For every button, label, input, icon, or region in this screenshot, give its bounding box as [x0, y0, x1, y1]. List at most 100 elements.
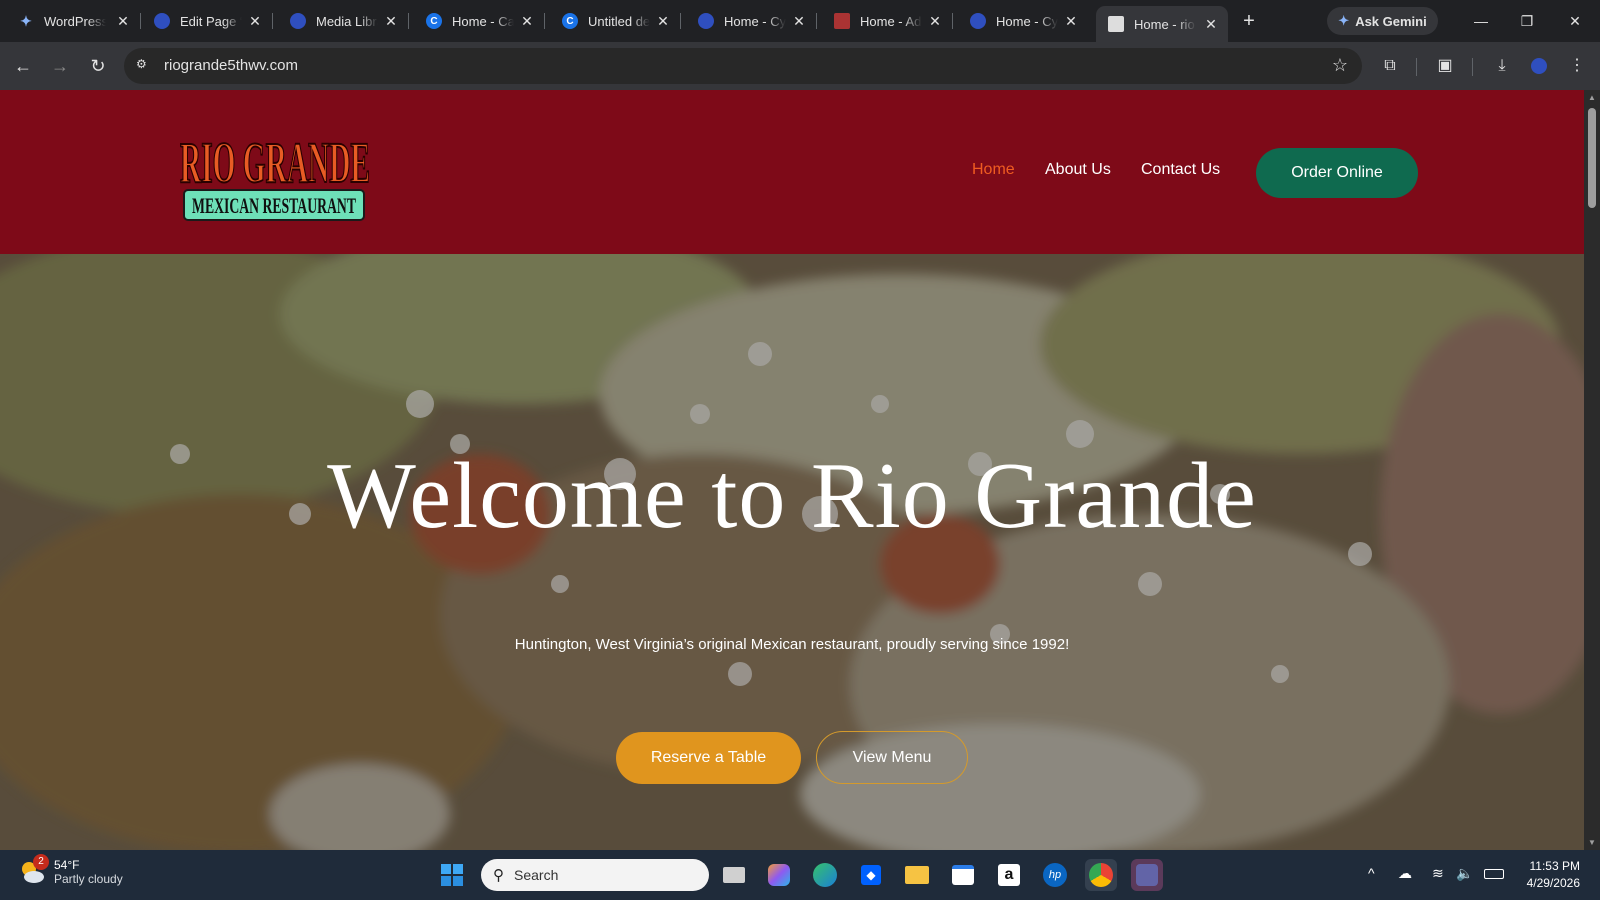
teams-icon[interactable]	[1131, 859, 1163, 891]
nav-contact-us[interactable]: Contact Us	[1141, 161, 1220, 179]
tab-home-cy[interactable]: Home - Cy ✕	[680, 7, 817, 35]
page-viewport: RIO GRANDE MEXICAN RESTAURANT Home About…	[0, 90, 1584, 850]
hp-icon[interactable]: hp	[1039, 859, 1071, 891]
scrollbar-thumb[interactable]	[1588, 108, 1596, 208]
globe-icon	[970, 13, 986, 29]
show-hidden-icons[interactable]: ^	[1368, 865, 1375, 881]
url-text[interactable]: riogrande5thwv.com	[164, 57, 298, 74]
browser-toolbar: ← → ↻ ⚙ riogrande5thwv.com ☆ ⧉ ▣ ⤓ ⋮	[0, 42, 1600, 90]
windows-start-icon[interactable]	[436, 859, 468, 891]
close-icon[interactable]: ✕	[382, 12, 400, 30]
tab-media-library[interactable]: Media Libra ✕	[272, 7, 409, 35]
onedrive-icon[interactable]: ☁	[1398, 865, 1412, 882]
copilot-icon[interactable]	[763, 859, 795, 891]
download-icon[interactable]: ⤓	[1490, 54, 1514, 78]
amazon-icon[interactable]: a	[993, 859, 1025, 891]
close-icon[interactable]: ✕	[246, 12, 264, 30]
back-button[interactable]: ←	[11, 54, 35, 78]
sparkle-icon: ✦	[20, 12, 32, 29]
tab-strip: ✦ WordPress ✕ Edit Page “ ✕ Media Libra …	[0, 0, 1600, 42]
file-explorer-icon[interactable]	[901, 859, 933, 891]
weather-widget[interactable]: 2 54°F Partly cloudy	[18, 854, 123, 886]
tab-title: Home - Ca	[452, 13, 514, 29]
reload-button[interactable]: ↻	[86, 54, 110, 78]
tab-title: WordPress	[44, 13, 106, 29]
tab-title: Home - rio	[1134, 16, 1195, 32]
volume-icon[interactable]: 🔈	[1456, 865, 1473, 882]
site-header: RIO GRANDE MEXICAN RESTAURANT Home About…	[0, 90, 1584, 254]
new-tab-button[interactable]: +	[1237, 9, 1261, 33]
tab-title: Media Libra	[316, 13, 378, 29]
taskbar-clock[interactable]: 11:53 PM 4/29/2026	[1516, 858, 1580, 892]
close-icon[interactable]: ✕	[654, 12, 672, 30]
search-icon: ⚲	[493, 867, 504, 884]
edge-icon[interactable]	[809, 859, 841, 891]
tab-wordpress[interactable]: ✦ WordPress ✕	[0, 7, 141, 35]
address-bar[interactable]: ⚙ riogrande5thwv.com ☆	[124, 48, 1362, 84]
tab-title: Untitled de	[588, 13, 650, 29]
menu-kebab-icon[interactable]: ⋮	[1565, 54, 1589, 78]
profile-avatar[interactable]	[1527, 54, 1551, 78]
site-logo[interactable]: RIO GRANDE MEXICAN RESTAURANT	[178, 124, 378, 224]
page-scrollbar[interactable]: ▲ ▼	[1584, 90, 1600, 850]
view-menu-button[interactable]: View Menu	[816, 731, 968, 784]
gemini-label: Ask Gemini	[1355, 13, 1427, 29]
windows-taskbar: 2 54°F Partly cloudy ⚲ Search ◆ a hp ^ ☁…	[0, 850, 1600, 900]
tab-search-icon[interactable]: ▣	[1433, 54, 1457, 78]
hero-title: Welcome to Rio Grande	[327, 444, 1257, 548]
tab-home-ca[interactable]: C Home - Ca ✕	[408, 7, 545, 35]
weather-condition: Partly cloudy	[54, 872, 123, 886]
scroll-down-icon[interactable]: ▼	[1587, 838, 1597, 847]
close-icon[interactable]: ✕	[114, 12, 132, 30]
logo-line1: RIO GRANDE	[180, 130, 370, 195]
chrome-icon[interactable]	[1085, 859, 1117, 891]
close-icon[interactable]: ✕	[1062, 12, 1080, 30]
clock-time: 11:53 PM	[1529, 859, 1580, 873]
c-logo-icon: C	[562, 13, 578, 29]
extensions-icon[interactable]: ⧉	[1378, 54, 1402, 78]
tab-edit-page[interactable]: Edit Page “ ✕	[136, 7, 273, 35]
tab-home-rio[interactable]: Home - rio ✕	[1096, 6, 1228, 42]
scroll-up-icon[interactable]: ▲	[1587, 93, 1597, 102]
nav-home[interactable]: Home	[972, 161, 1015, 179]
close-icon[interactable]: ✕	[518, 12, 536, 30]
globe-icon	[290, 13, 306, 29]
close-icon[interactable]: ✕	[1202, 15, 1220, 33]
reserve-table-button[interactable]: Reserve a Table	[616, 732, 801, 784]
close-window-button[interactable]: ✕	[1560, 8, 1590, 34]
task-view-icon[interactable]	[718, 859, 750, 891]
forward-button[interactable]: →	[48, 54, 72, 78]
tab-title: Home - Cy	[996, 13, 1058, 29]
tab-home-cy-2[interactable]: Home - Cy ✕	[952, 7, 1088, 35]
clock-date: 4/29/2026	[1526, 876, 1580, 890]
battery-icon[interactable]	[1484, 865, 1504, 881]
nav-about-us[interactable]: About Us	[1045, 161, 1111, 179]
weather-badge: 2	[33, 854, 49, 870]
site-icon	[1108, 16, 1124, 32]
globe-icon	[154, 13, 170, 29]
restaurant-icon	[834, 13, 850, 29]
minimize-button[interactable]: —	[1466, 8, 1496, 34]
restore-button[interactable]: ❐	[1512, 8, 1542, 34]
tab-home-ad[interactable]: Home - Ad ✕	[816, 7, 953, 35]
dropbox-icon[interactable]: ◆	[855, 859, 887, 891]
order-online-button[interactable]: Order Online	[1256, 148, 1418, 198]
tab-title: Home - Ad	[860, 13, 922, 29]
close-icon[interactable]: ✕	[926, 12, 944, 30]
search-label: Search	[514, 867, 559, 883]
taskbar-search[interactable]: ⚲ Search	[481, 859, 709, 891]
weather-temp: 54°F	[54, 858, 80, 872]
logo-line2: MEXICAN RESTAURANT	[192, 193, 356, 218]
gemini-icon: ✦	[1338, 13, 1350, 28]
bookmark-star-icon[interactable]: ☆	[1332, 55, 1348, 76]
close-icon[interactable]: ✕	[790, 12, 808, 30]
ask-gemini-button[interactable]: ✦ Ask Gemini	[1327, 7, 1438, 35]
partly-cloudy-icon: 2	[18, 854, 49, 886]
store-icon[interactable]	[947, 859, 979, 891]
wifi-icon[interactable]: ≋	[1432, 865, 1444, 882]
tab-untitled[interactable]: C Untitled de ✕	[544, 7, 681, 35]
hero-subtitle: Huntington, West Virginia’s original Mex…	[514, 636, 1070, 653]
tab-title: Edit Page “	[180, 13, 242, 29]
site-info-icon[interactable]: ⚙	[136, 57, 154, 75]
tab-title: Home - Cy	[724, 13, 786, 29]
